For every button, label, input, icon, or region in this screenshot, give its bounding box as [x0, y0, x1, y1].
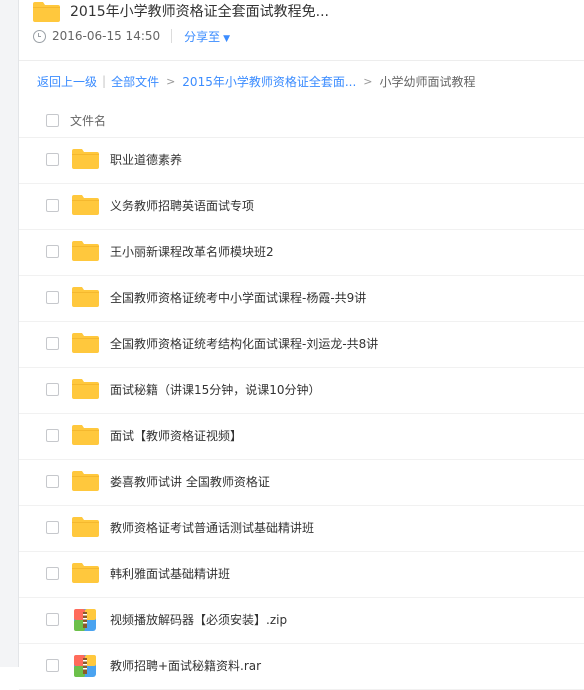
file-row[interactable]: 全国教师资格证统考结构化面试课程-刘运龙-共8讲: [19, 322, 584, 368]
row-checkbox[interactable]: [46, 613, 59, 626]
row-checkbox[interactable]: [46, 521, 59, 534]
breadcrumb: 返回上一级 | 全部文件 > 2015年小学教师资格证全套面... > 小学幼师…: [37, 72, 476, 90]
share-meta: 2016-06-15 14:50 分享至 ▼: [33, 27, 230, 45]
breadcrumb-arrow-icon: >: [166, 74, 176, 88]
left-sidebar-strip: [0, 0, 19, 667]
folder-icon: [72, 287, 99, 307]
file-name[interactable]: 王小丽新课程改革名师模块班2: [110, 243, 274, 260]
file-name[interactable]: 义务教师招聘英语面试专项: [110, 197, 254, 214]
folder-icon: [72, 517, 99, 537]
file-list-header: 文件名: [19, 102, 584, 138]
file-row[interactable]: 娄喜教师试讲 全国教师资格证: [19, 460, 584, 506]
file-row[interactable]: 全国教师资格证统考中小学面试课程-杨霞-共9讲: [19, 276, 584, 322]
breadcrumb-all-files-link[interactable]: 全部文件: [111, 73, 159, 90]
row-checkbox[interactable]: [46, 383, 59, 396]
share-title: 2015年小学教师资格证全套面试教程免...: [70, 4, 329, 20]
folder-icon: [72, 149, 99, 169]
file-row[interactable]: 王小丽新课程改革名师模块班2: [19, 230, 584, 276]
file-row[interactable]: 面试秘籍（讲课15分钟，说课10分钟）: [19, 368, 584, 414]
file-row[interactable]: 义务教师招聘英语面试专项: [19, 184, 584, 230]
file-list: 职业道德素养义务教师招聘英语面试专项王小丽新课程改革名师模块班2 全国教师资格证统…: [19, 138, 584, 690]
breadcrumb-arrow-icon: >: [363, 74, 373, 88]
select-all-checkbox[interactable]: [46, 114, 59, 127]
row-checkbox[interactable]: [46, 429, 59, 442]
folder-icon: [72, 195, 99, 215]
share-to-label: 分享至: [184, 29, 221, 44]
folder-icon: [72, 563, 99, 583]
share-time: 2016-06-15 14:50: [52, 29, 161, 43]
row-checkbox[interactable]: [46, 475, 59, 488]
breadcrumb-current: 小学幼师面试教程: [379, 74, 476, 89]
file-name[interactable]: 教师招聘+面试秘籍资料.rar: [110, 657, 261, 674]
folder-icon: [72, 379, 99, 399]
row-checkbox[interactable]: [46, 153, 59, 166]
file-name[interactable]: 娄喜教师试讲 全国教师资格证: [110, 473, 270, 490]
row-checkbox[interactable]: [46, 659, 59, 672]
file-row[interactable]: 面试【教师资格证视频】: [19, 414, 584, 460]
folder-icon: [72, 425, 99, 445]
chevron-down-icon: ▼: [223, 33, 231, 44]
folder-icon: [72, 241, 99, 261]
breadcrumb-back-link[interactable]: 返回上一级: [37, 73, 97, 90]
row-checkbox[interactable]: [46, 245, 59, 258]
share-to-button[interactable]: 分享至 ▼: [184, 28, 230, 45]
folder-icon: [72, 333, 99, 353]
folder-icon: [33, 2, 60, 22]
file-row[interactable]: 职业道德素养: [19, 138, 584, 184]
row-checkbox[interactable]: [46, 567, 59, 580]
file-name[interactable]: 全国教师资格证统考结构化面试课程-刘运龙-共8讲: [110, 335, 378, 352]
archive-icon: [74, 609, 96, 631]
row-checkbox[interactable]: [46, 199, 59, 212]
breadcrumb-separator: |: [102, 74, 107, 88]
archive-icon: [74, 655, 96, 677]
meta-divider: [171, 29, 173, 43]
row-checkbox[interactable]: [46, 337, 59, 350]
file-row[interactable]: 教师资格证考试普通话测试基础精讲班: [19, 506, 584, 552]
file-name[interactable]: 面试秘籍（讲课15分钟，说课10分钟）: [110, 381, 321, 398]
row-checkbox[interactable]: [46, 291, 59, 304]
file-name[interactable]: 面试【教师资格证视频】: [110, 427, 242, 444]
breadcrumb-parent-link[interactable]: 2015年小学教师资格证全套面...: [182, 73, 356, 90]
file-row[interactable]: 视频播放解码器【必须安装】.zip: [19, 598, 584, 644]
clock-icon: [33, 29, 46, 43]
file-name[interactable]: 职业道德素养: [110, 151, 182, 168]
file-row[interactable]: 韩利雅面试基础精讲班: [19, 552, 584, 598]
main-panel: 2015年小学教师资格证全套面试教程免... 2016-06-15 14:50 …: [19, 0, 584, 690]
file-name[interactable]: 教师资格证考试普通话测试基础精讲班: [110, 519, 314, 536]
column-header-filename[interactable]: 文件名: [70, 112, 106, 129]
file-name[interactable]: 全国教师资格证统考中小学面试课程-杨霞-共9讲: [110, 289, 366, 306]
header-divider: [19, 60, 584, 61]
file-name[interactable]: 视频播放解码器【必须安装】.zip: [110, 611, 287, 628]
file-name[interactable]: 韩利雅面试基础精讲班: [110, 565, 230, 582]
folder-icon: [72, 471, 99, 491]
file-row[interactable]: 教师招聘+面试秘籍资料.rar: [19, 644, 584, 690]
